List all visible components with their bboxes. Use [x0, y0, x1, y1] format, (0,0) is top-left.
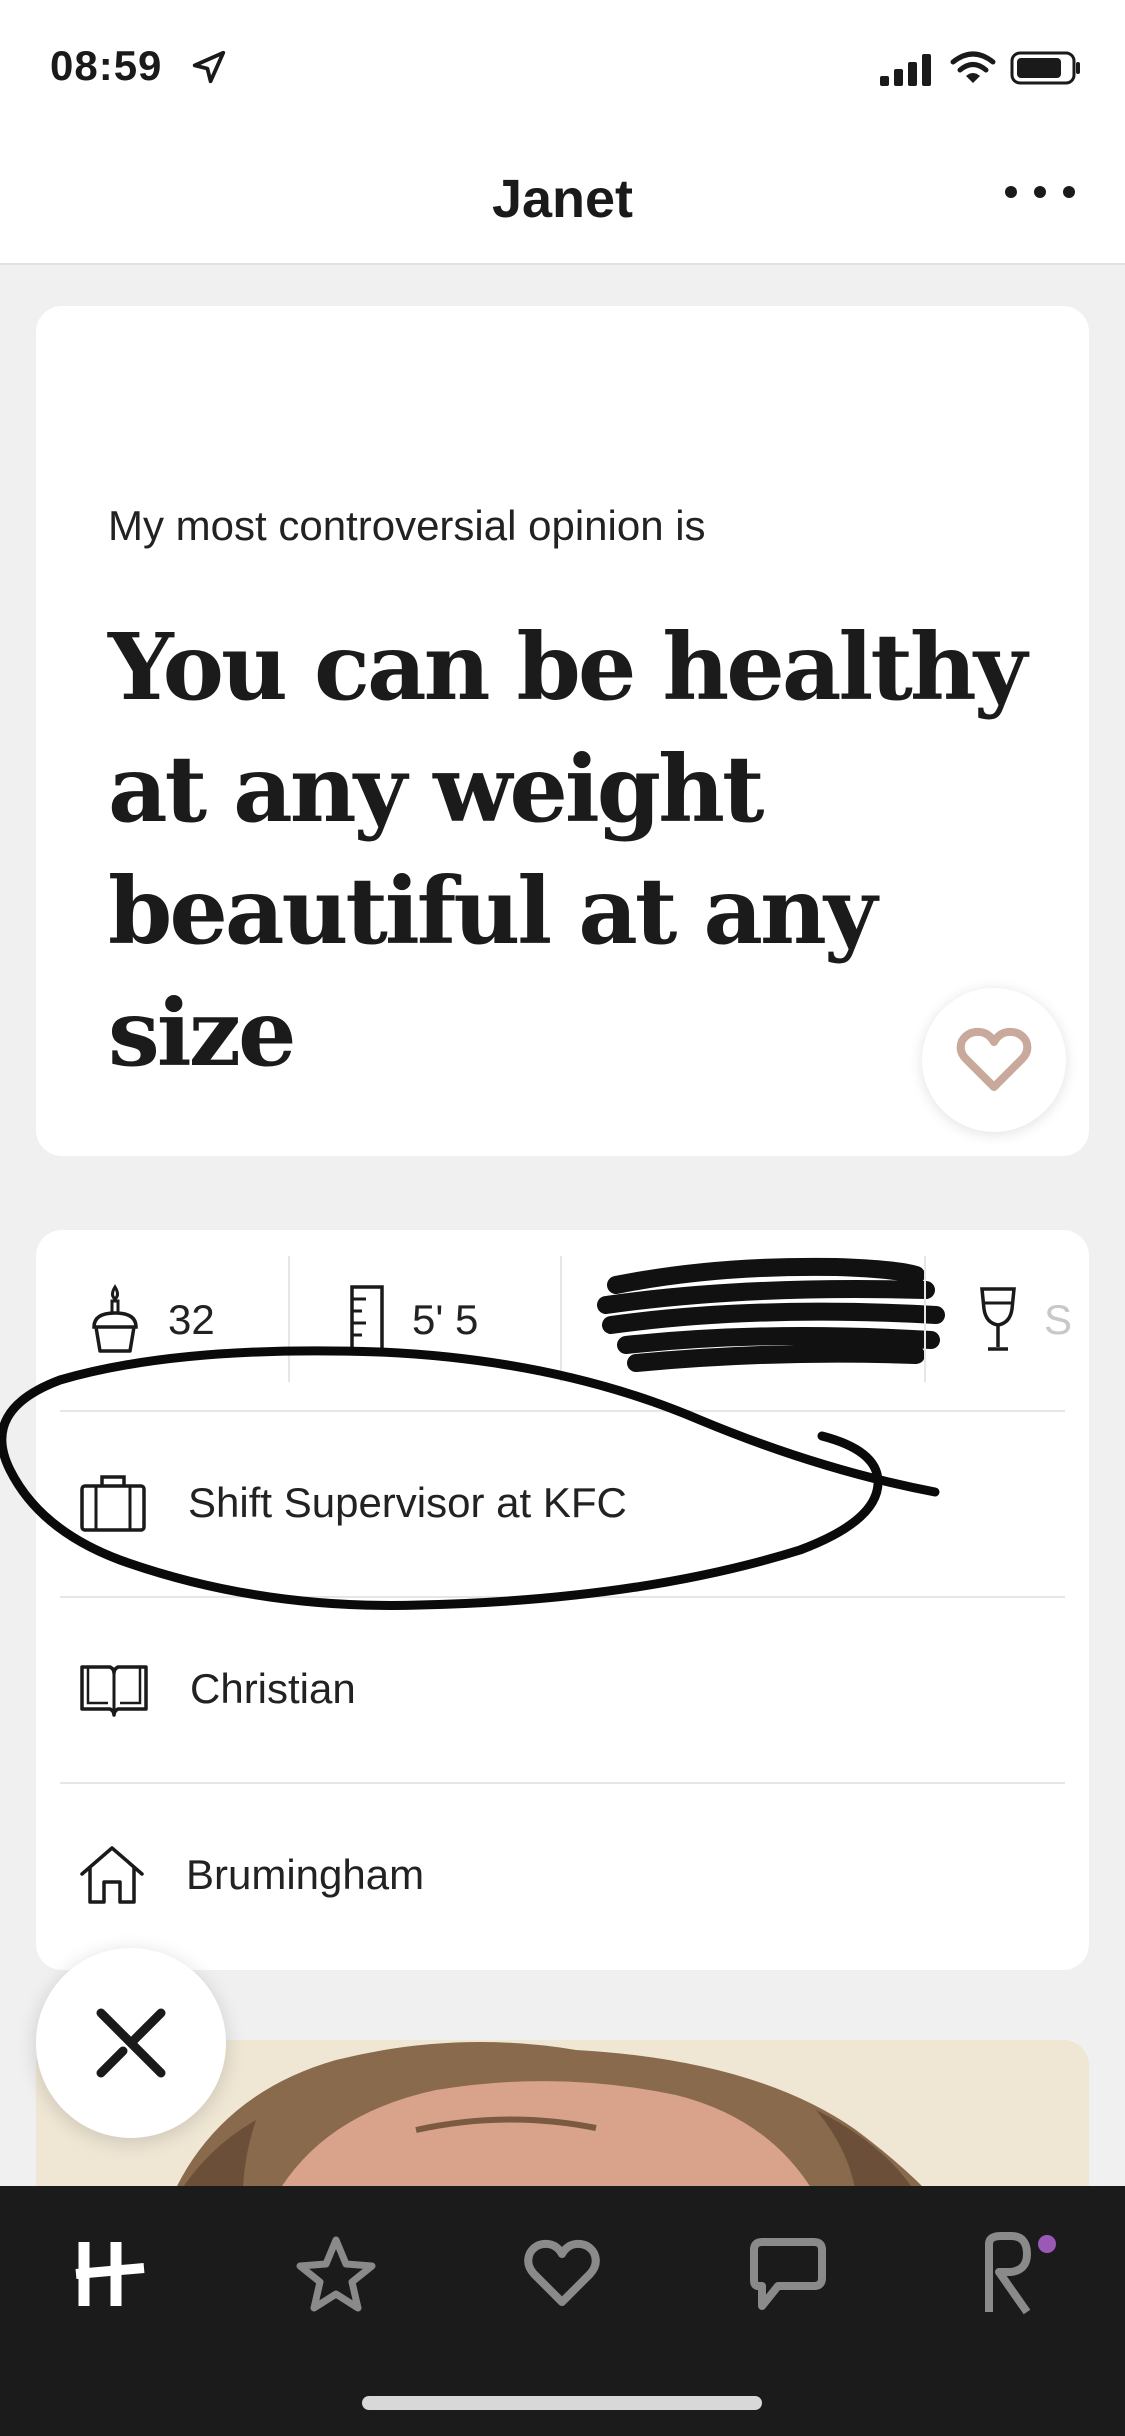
- hinge-logo-icon: [75, 2242, 145, 2306]
- height-label: 5' 5: [412, 1296, 479, 1343]
- job-row: Shift Supervisor at KFC: [78, 1410, 627, 1596]
- location-arrow-icon: [192, 50, 226, 84]
- tab-home[interactable]: [60, 2224, 160, 2324]
- age-label: 32: [168, 1296, 215, 1343]
- vitals-row[interactable]: 32 5' 5 S: [36, 1230, 1089, 1410]
- religion-row: Christian: [78, 1596, 356, 1782]
- like-prompt-button[interactable]: [922, 988, 1066, 1132]
- dot-icon: [1034, 186, 1046, 198]
- status-time: 08:59: [50, 42, 163, 89]
- briefcase-icon: [80, 1475, 146, 1532]
- drinking-label: S: [1044, 1296, 1073, 1343]
- notification-dot: [1038, 2235, 1056, 2253]
- close-icon: [96, 2008, 166, 2078]
- heart-icon: [956, 1027, 1032, 1091]
- battery-icon: [1010, 51, 1080, 85]
- cellular-signal-icon: [880, 54, 931, 86]
- vital-divider: [560, 1256, 562, 1382]
- hometown-label: Brumingham: [186, 1851, 425, 1898]
- job-label: Shift Supervisor at KFC: [188, 1479, 627, 1526]
- star-icon: [296, 2236, 376, 2312]
- profile-details-card: 32 5' 5 S Shift Supervisor at KFC Christ…: [36, 1230, 1089, 1970]
- heart-icon: [524, 2239, 600, 2306]
- status-bar: 08:59: [0, 0, 1125, 130]
- tab-likes-you[interactable]: [512, 2224, 612, 2324]
- prompt-card: My most controversial opinion is You can…: [36, 306, 1089, 1156]
- redaction-scribble: [597, 1257, 945, 1372]
- more-options-button[interactable]: [1005, 172, 1075, 212]
- home-indicator: [362, 2396, 762, 2410]
- book-icon: [80, 1665, 148, 1717]
- prompt-answer: You can be healthy at any weight beautif…: [108, 613, 1027, 1087]
- vital-divider: [924, 1256, 926, 1382]
- chat-bubble-icon: [750, 2238, 826, 2310]
- vital-drinking: S: [976, 1230, 1072, 1410]
- profile-icon: [985, 2232, 1056, 2315]
- pass-button[interactable]: [36, 1948, 226, 2138]
- hometown-row: Brumingham: [78, 1782, 424, 1968]
- home-icon: [80, 1846, 144, 1904]
- tab-messages[interactable]: [738, 2224, 838, 2324]
- religion-label: Christian: [190, 1665, 356, 1712]
- vital-location-redacted: [596, 1230, 946, 1410]
- tab-standouts[interactable]: [286, 2224, 386, 2324]
- tab-profile[interactable]: [966, 2224, 1066, 2324]
- wine-glass-icon: [980, 1287, 1016, 1351]
- dot-icon: [1063, 186, 1075, 198]
- vital-divider: [288, 1256, 290, 1382]
- wifi-icon: [950, 51, 996, 83]
- prompt-question: My most controversial opinion is: [108, 502, 706, 549]
- dot-icon: [1005, 186, 1017, 198]
- ruler-icon: [350, 1285, 384, 1355]
- profile-header: Janet: [0, 130, 1125, 265]
- profile-name: Janet: [491, 169, 634, 229]
- birthday-cake-icon: [92, 1284, 138, 1353]
- vital-age: 32: [86, 1230, 215, 1410]
- vital-height: 5' 5: [348, 1230, 478, 1410]
